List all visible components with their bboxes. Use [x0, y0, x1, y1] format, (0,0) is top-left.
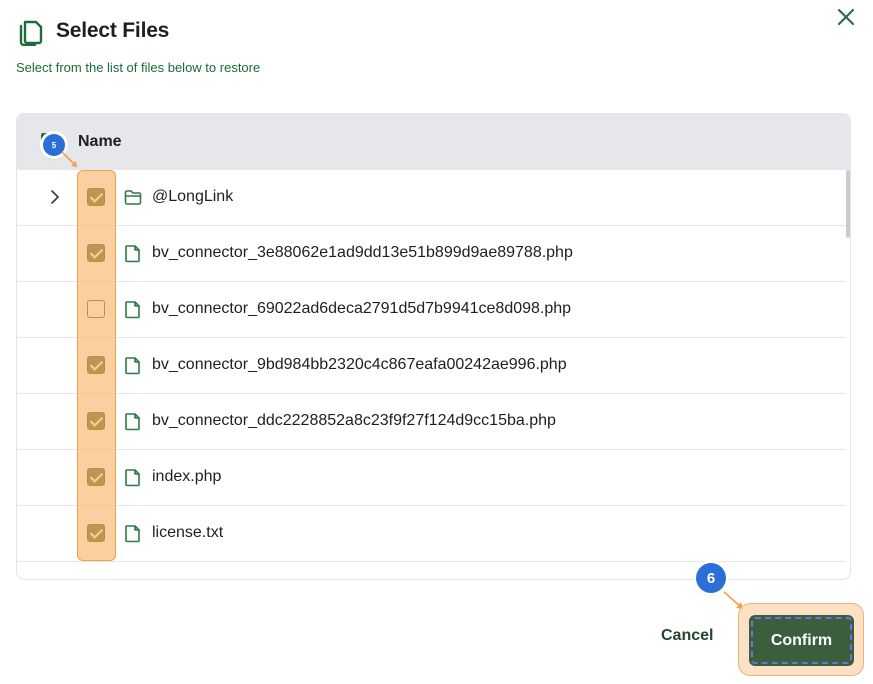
checkbox-column-highlight	[77, 170, 116, 561]
arrow-icon	[61, 151, 77, 167]
file-table: Name @LongLink bv_connector_3e88062e1ad9d…	[16, 113, 851, 580]
file-icon	[125, 301, 140, 319]
folder-icon	[124, 190, 142, 205]
table-row[interactable]: license.txt	[17, 506, 846, 562]
file-name: license.txt	[152, 524, 224, 541]
scrollbar[interactable]	[846, 170, 850, 238]
file-name: bv_connector_3e88062e1ad9dd13e51b899d9ae…	[152, 244, 573, 261]
table-row[interactable]: bv_connector_3e88062e1ad9dd13e51b899d9ae…	[17, 226, 846, 282]
table-row[interactable]: @LongLink	[17, 170, 846, 226]
file-icon	[125, 469, 140, 487]
confirm-button[interactable]: Confirm	[749, 615, 854, 666]
close-icon[interactable]	[833, 4, 859, 30]
file-icon	[125, 245, 140, 263]
file-icon	[125, 413, 140, 431]
table-row[interactable]: index.php	[17, 450, 846, 506]
folder-name: @LongLink	[152, 188, 234, 205]
chevron-right-icon[interactable]	[48, 188, 62, 206]
file-name: bv_connector_69022ad6deca2791d5d7b9941ce…	[152, 300, 572, 317]
file-icon	[125, 525, 140, 543]
table-row[interactable]: bv_connector_69022ad6deca2791d5d7b9941ce…	[17, 282, 846, 338]
copy-files-icon	[19, 20, 43, 46]
cancel-button[interactable]: Cancel	[661, 627, 713, 645]
dialog-title: Select Files	[56, 19, 170, 42]
table-row[interactable]: bv_connector_ddc2228852a8c23f9f27f124d9c…	[17, 394, 846, 450]
step-marker-6: 6	[696, 563, 726, 593]
file-icon	[125, 357, 140, 375]
table-row[interactable]: bv_connector_9bd984bb2320c4c867eafa00242…	[17, 338, 846, 394]
dialog-subtitle: Select from the list of files below to r…	[16, 60, 261, 75]
column-header-name: Name	[78, 133, 122, 150]
file-name: bv_connector_9bd984bb2320c4c867eafa00242…	[152, 356, 567, 373]
file-name: index.php	[152, 468, 222, 485]
file-name: bv_connector_ddc2228852a8c23f9f27f124d9c…	[152, 412, 556, 429]
table-header: Name	[17, 114, 850, 170]
